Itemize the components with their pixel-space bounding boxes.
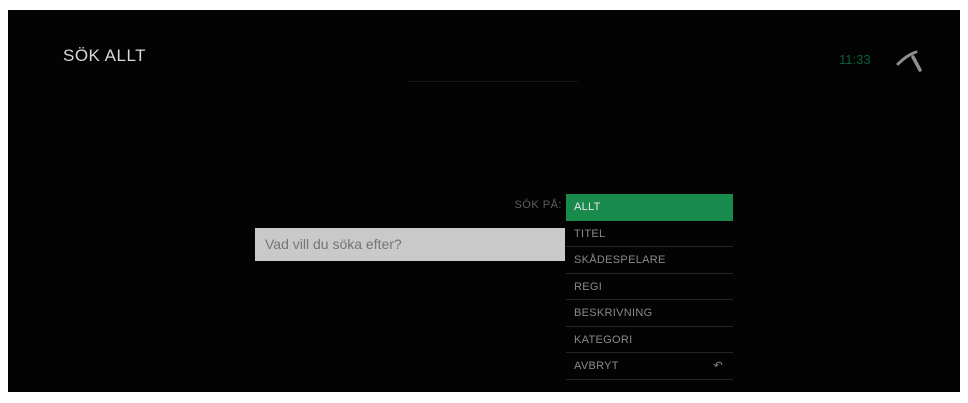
divider xyxy=(408,81,578,82)
menu-item-titel[interactable]: TITEL xyxy=(566,221,733,247)
menu-item-allt[interactable]: ALLT xyxy=(566,194,733,221)
menu-item-label: SKÅDESPELARE xyxy=(574,254,666,266)
search-category-menu: ALLT TITEL SKÅDESPELARE REGI BESKRIVNING… xyxy=(566,194,733,380)
menu-item-label: BESKRIVNING xyxy=(574,307,653,319)
return-icon: ↶ xyxy=(713,360,723,372)
page-title: SÖK ALLT xyxy=(63,46,147,65)
menu-item-label: TITEL xyxy=(574,227,606,240)
menu-item-label: ALLT xyxy=(574,201,601,213)
menu-item-kategori[interactable]: KATEGORI xyxy=(566,327,733,353)
search-input[interactable] xyxy=(255,228,565,261)
menu-item-skadespelare[interactable]: SKÅDESPELARE xyxy=(566,247,733,274)
clock: 11:33 xyxy=(839,52,871,67)
menu-item-regi[interactable]: REGI xyxy=(566,274,733,300)
menu-item-label: AVBRYT xyxy=(574,360,619,372)
menu-item-label: KATEGORI xyxy=(574,333,633,346)
tv-screen: SÖK ALLT 11:33 SÖK PÅ: ALLT TITEL SKÅDES… xyxy=(8,10,960,392)
menu-item-label: REGI xyxy=(574,280,603,293)
menu-item-beskrivning[interactable]: BESKRIVNING xyxy=(566,300,733,327)
telia-logo-icon xyxy=(896,50,922,72)
menu-item-avbryt[interactable]: AVBRYT ↶ xyxy=(566,353,733,380)
search-on-label: SÖK PÅ: xyxy=(514,199,562,211)
